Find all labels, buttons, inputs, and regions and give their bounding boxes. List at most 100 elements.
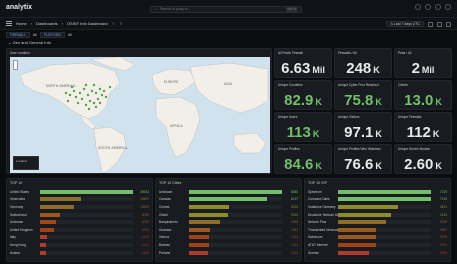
stat-number: 248 — [346, 60, 372, 77]
top-list-panel: TOP 10 United States 35933 Venezuela 15800 Ge… — [6, 178, 153, 262]
stat-number: 2 — [411, 60, 420, 77]
stat-number: 84.6 — [284, 156, 314, 173]
list-item-label: Central — [159, 204, 170, 209]
bar-fill — [338, 197, 431, 202]
stat-panel: Unique Device Models 2.60 K — [394, 144, 452, 174]
list-item-value: 2479 — [141, 235, 149, 240]
bar-fill — [189, 220, 220, 225]
list-item-label: Germany — [10, 204, 24, 209]
list-item-value: 2106 — [141, 250, 149, 255]
bar-track — [40, 242, 133, 247]
bar-fill — [40, 189, 133, 194]
refresh-icon[interactable] — [437, 21, 442, 27]
bar-fill — [338, 189, 431, 194]
stat-title: Unique Cyber Pros Reached — [338, 83, 379, 87]
list-item: Sunrise 2398 — [308, 249, 447, 257]
list-item-value: 6080 — [290, 189, 298, 194]
list-item-value: 2987 — [439, 227, 447, 232]
variable-label-firewall: FIREWALL — [6, 31, 30, 38]
bar-fill — [189, 242, 209, 247]
list-item: Barquisimeto 1996 — [159, 218, 298, 226]
list-item-label: Venezuela — [10, 197, 25, 202]
bar-fill — [338, 204, 398, 209]
list-item-label: Thunderbird Venezuela — [308, 227, 338, 232]
zoom-out-icon[interactable] — [428, 21, 433, 27]
stat-value: 97.1 K — [335, 124, 391, 141]
label-africa: AFRICA — [170, 124, 183, 128]
search-input[interactable]: ⌕ Search or jump to... ctrl+k — [150, 6, 302, 13]
list-item-value: 13302 — [140, 204, 149, 209]
bell-icon[interactable] — [435, 4, 441, 10]
bar-track — [338, 189, 431, 194]
row-title[interactable]: ⌄ Geo and General Info — [8, 40, 51, 45]
bar-fill — [189, 204, 229, 209]
map-legend: Location — [13, 156, 39, 170]
list-item-label: Pretoria — [159, 250, 171, 255]
list-item-value: 35933 — [140, 189, 149, 194]
world-map[interactable]: NORTH AMERICA SOUTH AMERICA EUROPE AFRIC… — [10, 57, 270, 173]
stat-unit: K — [435, 161, 442, 171]
stat-number: 112 — [406, 124, 431, 141]
list-item: United States 35933 — [10, 188, 149, 196]
bar-fill — [189, 250, 208, 255]
list-title: TOP 10 — [10, 181, 23, 185]
top-list-panel: TOP 10 ISP Spectrum 7229 Comcast Cable 7215 V… — [304, 178, 451, 262]
list-item: Spectrum 7229 — [308, 188, 447, 196]
variable-select-firewall[interactable]: All — [33, 33, 37, 37]
stat-unit: K — [312, 129, 320, 139]
list-item: Venezuela 15800 — [10, 196, 149, 204]
list-title: TOP 10 ISP — [308, 181, 328, 185]
list-item: AT&T Internet 2939 — [308, 241, 447, 249]
list-item: Caracas 5137 — [159, 196, 298, 204]
help-icon[interactable] — [425, 4, 431, 10]
breadcrumb-dashboards[interactable]: Dashboards — [36, 21, 58, 26]
star-icon[interactable]: ☆ — [112, 21, 116, 26]
list-item-value: 4631 — [439, 204, 447, 209]
map-zoom-control[interactable] — [13, 60, 18, 70]
list-item-value: 6080 — [141, 220, 149, 225]
list-item-label: Spectrum — [308, 189, 322, 194]
plus-icon[interactable] — [415, 4, 421, 10]
variable-label-platform: PLATFORM — [39, 31, 65, 38]
list-item-value: 15800 — [140, 197, 149, 202]
variable-select-platform[interactable]: All — [68, 33, 72, 37]
list-item-label: Netcom Plus — [308, 220, 327, 225]
app-logo[interactable]: analytix — [6, 4, 32, 11]
bar-fill — [338, 227, 377, 232]
bar-track — [338, 242, 431, 247]
bar-track — [189, 235, 282, 240]
time-range-picker[interactable]: ◷ Last 7 days UTC — [385, 21, 424, 27]
breadcrumb-home[interactable]: Home — [16, 21, 27, 26]
stat-panel: Unique Users 113 K — [274, 112, 332, 142]
avatar[interactable] — [445, 4, 451, 10]
list-item: United Kingdom 5240 — [10, 226, 149, 234]
variable-bar: FIREWALL All PLATFORM All — [6, 31, 72, 38]
chevron-down-icon[interactable] — [446, 21, 451, 27]
label-asia: ASIA — [224, 82, 233, 86]
label-europe: EUROPE — [164, 80, 178, 84]
bar-gauge-list: Spectrum 7229 Comcast Cable 7215 Vodafone Ge… — [308, 188, 447, 256]
list-item-value: 7229 — [439, 189, 447, 194]
stat-panel: All Public Firewall 6.63 Mil — [274, 48, 332, 78]
breadcrumb: Home › Dashboards › OSINT Info Dashboard… — [6, 21, 123, 26]
stat-panel: Firewalls / All 248 K — [334, 48, 392, 78]
stat-number: 13.0 — [404, 92, 434, 109]
stat-panel: Unique Profiles Who Watched 76.6 K — [334, 144, 392, 174]
list-item-value: 8058 — [141, 212, 149, 217]
list-title: TOP 10 Cities — [159, 181, 182, 185]
menu-icon[interactable] — [6, 21, 12, 26]
list-item: Comcast Cable 7215 — [308, 196, 447, 204]
list-item-value: 1254 — [290, 235, 298, 240]
bar-track — [40, 212, 133, 217]
stat-number: 6.63 — [281, 60, 311, 77]
share-icon[interactable]: ⇪ — [119, 21, 122, 26]
stat-title: All Public Firewall — [278, 51, 303, 55]
list-item-value: 3739 — [439, 220, 447, 225]
list-item-value: 2939 — [439, 242, 447, 247]
stat-panel: Unique Profiles 84.6 K — [274, 144, 332, 174]
stat-value: 82.9 K — [275, 92, 331, 109]
bar-fill — [40, 212, 61, 217]
stat-number: 97.1 — [344, 124, 374, 141]
stat-unit: K — [432, 129, 440, 139]
list-item-label: Swisscom — [308, 235, 323, 240]
